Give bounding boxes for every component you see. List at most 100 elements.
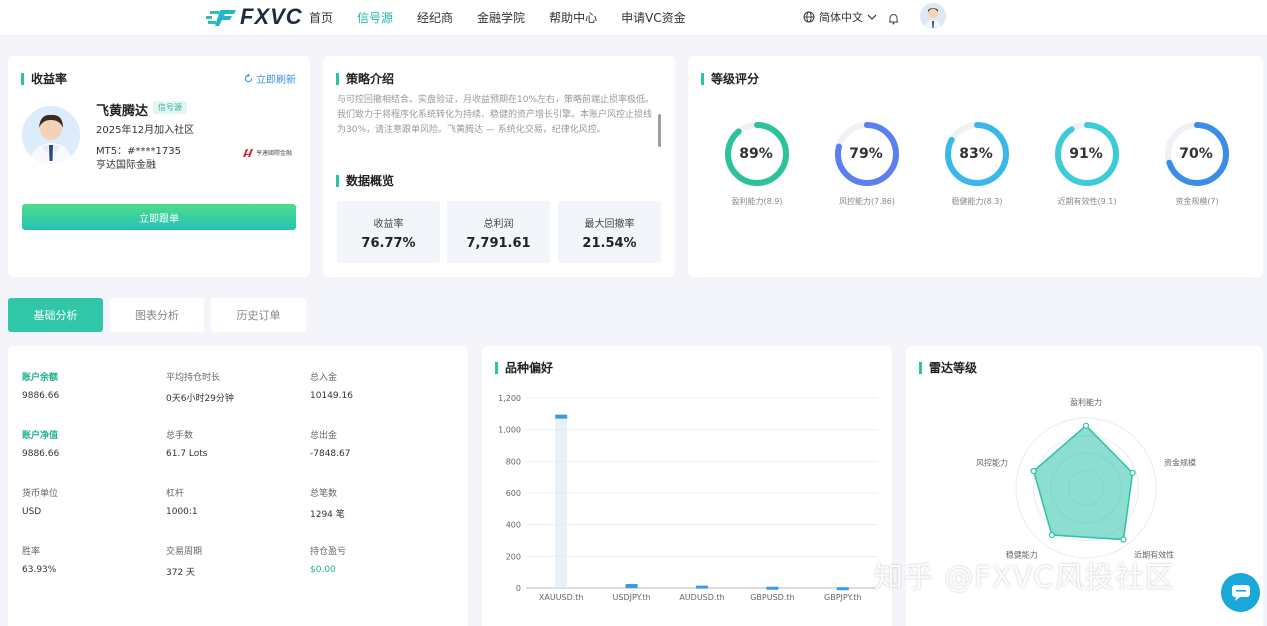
account-field-value: $0.00 <box>310 565 336 575</box>
account-field-label: 总入金 <box>310 373 338 383</box>
tab-order-history[interactable]: 历史订单 <box>211 298 306 332</box>
account-field-label: 胜率 <box>22 547 41 557</box>
tab-chart-analysis[interactable]: 图表分析 <box>110 298 204 332</box>
account-field-value: 1294 笔 <box>310 510 345 520</box>
stat-value: 7,791.61 <box>466 236 531 251</box>
watermark: 知乎 @FXVC风投社区 <box>874 560 1175 594</box>
gauge-percent: 83% <box>959 146 993 162</box>
brand-logo[interactable]: FXVC <box>206 4 303 30</box>
variety-section-title: 品种偏好 <box>495 362 553 374</box>
nav-home[interactable]: 首页 <box>309 9 333 26</box>
account-field-label: 持仓盈亏 <box>310 547 347 557</box>
notification-button[interactable] <box>888 10 899 29</box>
radar-point[interactable] <box>1129 469 1136 476</box>
y-tick-label: 400 <box>506 521 521 530</box>
language-selector[interactable]: 简体中文 <box>803 9 877 25</box>
stat-value: 21.54% <box>582 236 637 251</box>
radar-area <box>1032 424 1134 541</box>
nav-academy[interactable]: 金融学院 <box>477 9 525 26</box>
bar[interactable] <box>696 585 708 589</box>
user-avatar[interactable] <box>920 3 946 29</box>
account-field-value: 10149.16 <box>310 391 353 401</box>
globe-icon <box>803 11 815 23</box>
account-field-label: 总笔数 <box>310 489 338 499</box>
stat-label: 总利润 <box>483 219 514 230</box>
description-scrollbar[interactable] <box>658 114 661 147</box>
y-tick-label: 0 <box>516 584 521 593</box>
stat-label: 最大回撤率 <box>584 219 635 230</box>
gauge-label: 资金规模(7) <box>1175 197 1219 206</box>
account-field-value: 63.93% <box>22 565 57 575</box>
radar-axis-label: 资金规模 <box>1164 458 1196 468</box>
account-field-value: 372 天 <box>166 568 196 578</box>
gauge-label: 近期有效性(9.1) <box>1057 197 1117 206</box>
stat-return: 收益率 76.77% <box>337 201 440 263</box>
strategy-section-title: 策略介绍 <box>336 73 394 85</box>
account-field-label: 交易周期 <box>166 547 203 557</box>
avatar-icon <box>920 3 946 29</box>
logo-text: FXVC <box>240 4 303 29</box>
radar-point[interactable] <box>1030 467 1037 475</box>
nav-signals[interactable]: 信号源 <box>357 9 393 26</box>
tab-basic-analysis[interactable]: 基础分析 <box>8 298 103 332</box>
join-date: 2025年12月加入社区 <box>96 125 195 136</box>
gauge-percent: 89% <box>739 146 773 162</box>
account-field-label: 账户净值 <box>22 431 59 441</box>
bar[interactable] <box>836 587 849 591</box>
trader-avatar <box>22 106 80 164</box>
account-field-label: 货币单位 <box>22 489 59 499</box>
stat-label: 收益率 <box>373 219 404 230</box>
language-label: 简体中文 <box>819 11 863 24</box>
y-tick-label: 200 <box>506 552 521 561</box>
nav-brokers[interactable]: 经纪商 <box>417 9 453 26</box>
account-field-label: 总手数 <box>166 431 194 441</box>
bar[interactable] <box>766 586 779 590</box>
y-tick-label: 600 <box>506 489 521 498</box>
bar[interactable] <box>555 414 568 419</box>
stat-profit: 总利润 7,791.61 <box>447 201 550 263</box>
rating-gauge: 83% 稳健能力(8.3) <box>942 120 1012 206</box>
account-field-value: -7848.67 <box>310 449 351 459</box>
account-field-label: 平均持仓时长 <box>166 373 221 383</box>
bar[interactable] <box>625 584 638 588</box>
mt5-account: MT5：#****1735 <box>96 146 181 157</box>
radar-point[interactable] <box>1082 422 1090 429</box>
chat-button[interactable] <box>1221 573 1260 612</box>
gauge-percent: 91% <box>1069 146 1103 162</box>
overview-section-title: 数据概览 <box>336 175 394 187</box>
variety-bar-chart: 0 200 400 600 800 1,000 1,200 XAUUSD.th USDJPY.t… <box>498 394 878 602</box>
broker-logo: 亨達國際金融 <box>243 148 292 157</box>
top-header: FXVC 首页 信号源 经纪商 金融学院 帮助中心 申请VC资金 简体中文 <box>0 0 1267 36</box>
trader-avatar-icon <box>22 106 80 164</box>
refresh-button[interactable]: 立即刷新 <box>244 71 296 86</box>
profile-section-title: 收益率 <box>21 73 67 85</box>
trader-name: 飞黄腾达 <box>96 104 149 119</box>
gauge-label: 稳健能力(8.3) <box>951 197 1003 206</box>
x-tick-label: GBPJPY.th <box>824 593 862 602</box>
broker-name: 亨达国际金融 <box>96 160 156 171</box>
radar-axis-label: 风控能力 <box>976 458 1008 468</box>
x-tick-label: AUDUSD.th <box>679 593 724 602</box>
y-tick-label: 1,000 <box>498 426 521 435</box>
follow-button[interactable]: 立即跟单 <box>22 204 296 230</box>
strategy-description: 与可控回撤相结合。实盘验证，月收益预期在10%左右，策略前端止损率极低。我们致力… <box>337 95 655 135</box>
account-field-label: 杠杆 <box>166 489 185 499</box>
gauge-percent: 70% <box>1179 146 1213 162</box>
account-field-value: USD <box>22 507 42 517</box>
chevron-down-icon <box>867 14 877 20</box>
account-field-label: 总出金 <box>310 431 338 441</box>
nav-help[interactable]: 帮助中心 <box>549 9 597 26</box>
radar-point[interactable] <box>1120 536 1127 543</box>
chat-icon <box>1231 584 1250 601</box>
refresh-icon <box>244 74 253 83</box>
account-field-value: 9886.66 <box>22 449 60 459</box>
account-field-label: 账户余额 <box>22 373 59 383</box>
account-field-value: 0天6小时29分钟 <box>166 394 234 404</box>
nav-apply-fund[interactable]: 申请VC资金 <box>621 9 686 26</box>
y-tick-label: 800 <box>506 457 521 466</box>
broker-logo-text: 亨達國際金融 <box>256 150 293 157</box>
stat-drawdown: 最大回撤率 21.54% <box>558 201 661 263</box>
logo-mark-icon <box>206 10 236 26</box>
stat-value: 76.77% <box>361 236 416 251</box>
radar-point[interactable] <box>1048 531 1055 539</box>
